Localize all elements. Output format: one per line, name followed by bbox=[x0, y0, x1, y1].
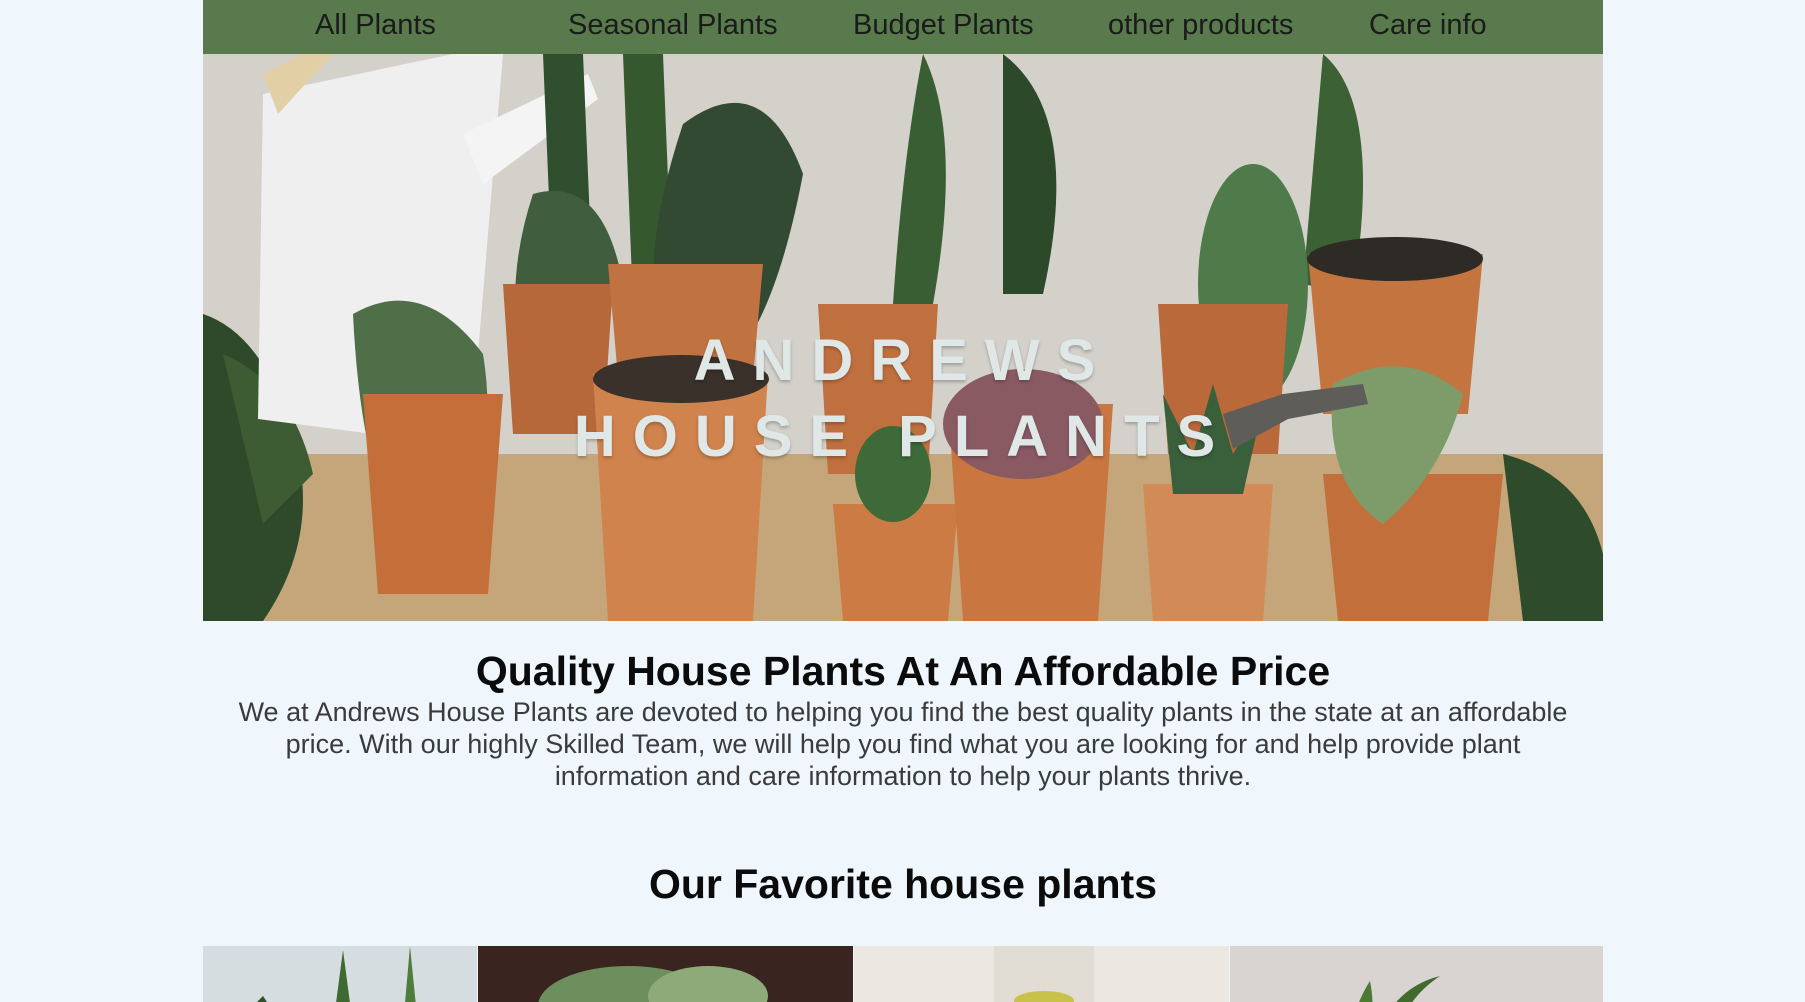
favorite-plant-image[interactable] bbox=[1230, 946, 1603, 1002]
intro-paragraph: We at Andrews House Plants are devoted t… bbox=[238, 697, 1568, 791]
main-container: All Plants Seasonal Plants Budget Plants… bbox=[203, 0, 1603, 1002]
nav-care-info[interactable]: Care info bbox=[1369, 0, 1487, 54]
hero-banner: ANDREWS HOUSE PLANTS bbox=[203, 54, 1603, 621]
nav-all-plants[interactable]: All Plants bbox=[315, 0, 436, 54]
favorite-plant-image[interactable] bbox=[854, 946, 1229, 1002]
page: All Plants Seasonal Plants Budget Plants… bbox=[0, 0, 1805, 1002]
nav-other-products[interactable]: other products bbox=[1108, 0, 1293, 54]
hero-title-line1: ANDREWS bbox=[693, 328, 1113, 393]
top-navigation: All Plants Seasonal Plants Budget Plants… bbox=[203, 0, 1603, 54]
favorite-plant-image[interactable] bbox=[203, 946, 477, 1002]
nav-budget-plants[interactable]: Budget Plants bbox=[853, 0, 1034, 54]
hero-title-line2: HOUSE PLANTS bbox=[573, 404, 1233, 469]
favorites-gallery bbox=[203, 946, 1603, 1002]
favorite-plant-image[interactable] bbox=[478, 946, 853, 1002]
nav-seasonal-plants[interactable]: Seasonal Plants bbox=[568, 0, 778, 54]
page-headline: Quality House Plants At An Affordable Pr… bbox=[475, 648, 1331, 694]
favorites-section-title: Our Favorite house plants bbox=[648, 861, 1158, 907]
